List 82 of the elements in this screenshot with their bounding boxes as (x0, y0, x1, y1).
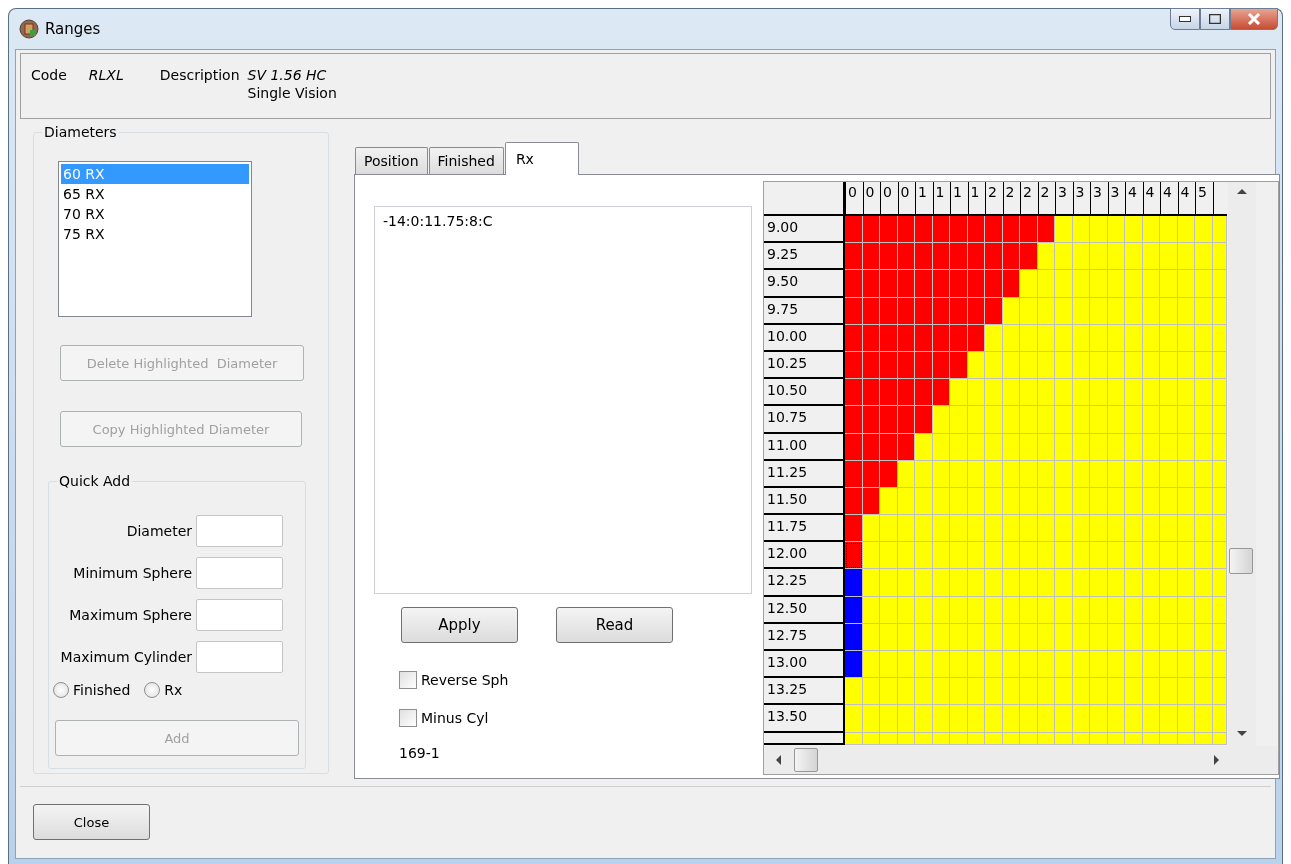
window-title: Ranges (45, 20, 101, 38)
tab[interactable]: Finished (428, 147, 504, 174)
row-header[interactable]: 9.50 (764, 270, 845, 298)
list-item[interactable]: 65 RX (61, 184, 249, 204)
checkbox-label: Reverse Sph (421, 672, 509, 688)
radio-label: Rx (164, 682, 183, 698)
column-header[interactable]: 0 (845, 182, 863, 216)
row-header[interactable]: 13.25 (764, 678, 845, 706)
column-header[interactable]: 1 (950, 182, 968, 216)
column-header[interactable]: 3 (1090, 182, 1108, 216)
description-line: Single Vision (247, 85, 337, 101)
vertical-scrollbar[interactable] (1228, 182, 1256, 746)
text-area[interactable]: -14:0:11.75:8:C (374, 206, 752, 594)
input-field[interactable] (196, 515, 283, 547)
checkbox-label: Minus Cyl (421, 710, 489, 726)
row-header[interactable]: 10.75 (764, 406, 845, 434)
input-field[interactable] (196, 557, 283, 589)
scroll-up-icon[interactable] (1237, 189, 1247, 194)
column-header[interactable]: 2 (1020, 182, 1038, 216)
row-header[interactable]: 10.00 (764, 324, 845, 352)
list-item[interactable]: 75 RX (61, 224, 249, 244)
diameter-list[interactable]: 60 RX 65 RX 70 RX 75 RX (58, 161, 252, 317)
close-button[interactable] (1230, 8, 1278, 30)
column-header[interactable]: 0 (880, 182, 898, 216)
column-header[interactable]: 2 (985, 182, 1003, 216)
column-header[interactable]: 1 (915, 182, 933, 216)
close-icon (1247, 13, 1261, 25)
checkbox[interactable] (399, 671, 417, 689)
row-header[interactable]: 12.75 (764, 623, 845, 651)
field-label: Maximum Cylinder (60, 649, 192, 665)
field-label: Minimum Sphere (73, 565, 192, 581)
column-header[interactable]: 5 (1195, 182, 1213, 216)
row-header[interactable]: 11.50 (764, 487, 845, 516)
tab[interactable]: Rx (504, 142, 579, 175)
row-header[interactable]: 9.00 (764, 216, 845, 244)
input-field[interactable] (196, 599, 283, 631)
status-text: 169-1 (399, 745, 441, 761)
row-header[interactable]: 12.50 (764, 596, 845, 624)
radio-button[interactable] (144, 682, 161, 698)
row-header[interactable]: 13.00 (764, 651, 845, 679)
close-dialog-button[interactable]: Close (33, 804, 150, 840)
read-button[interactable]: Read (556, 607, 673, 643)
app-icon (19, 19, 39, 39)
row-header[interactable]: 11.00 (764, 433, 845, 461)
checkbox[interactable] (399, 709, 417, 727)
field-label: Description (159, 67, 240, 83)
scroll-thumb[interactable] (1229, 548, 1253, 574)
column-header[interactable]: 4 (1160, 182, 1178, 216)
field-label: Diameter (126, 523, 192, 539)
range-grid[interactable]: 0 0 0 0 1 1 1 1 2 2 2 2 3 3 3 3 4 4 4 4 5 9.00 9.25 9.50 9.75 10.00 10.25 10.50 10.75 11.00 11.25 11.50 11.75 12.00 12.25 12.50 12.75 13.00 13.25 13.50 (764, 182, 1227, 745)
scroll-thumb[interactable] (794, 748, 818, 772)
maximize-icon (1209, 14, 1221, 24)
tab[interactable]: Position (355, 147, 428, 174)
radio-label: Finished (73, 682, 131, 698)
row-header[interactable]: 12.25 (764, 569, 845, 597)
radio-button[interactable] (53, 682, 69, 698)
column-header[interactable]: 3 (1055, 182, 1073, 216)
scroll-down-icon[interactable] (1237, 731, 1247, 736)
row-header[interactable]: 11.75 (764, 515, 845, 543)
group-title: Quick Add (57, 473, 133, 489)
code-value: RLXL (88, 67, 124, 83)
field-label: Maximum Sphere (69, 607, 192, 623)
scroll-right-icon[interactable] (1214, 755, 1219, 765)
row-header[interactable]: 11.25 (764, 460, 845, 488)
list-item[interactable]: 70 RX (61, 204, 249, 224)
minimize-button[interactable] (1170, 8, 1200, 30)
apply-button[interactable]: Apply (401, 607, 518, 643)
maximize-button[interactable] (1200, 8, 1230, 30)
column-header[interactable]: 4 (1125, 182, 1143, 216)
group-title: Diameters (42, 124, 119, 140)
input-field[interactable] (196, 641, 283, 673)
description-value: SV 1.56 HC (247, 67, 328, 83)
field-label: Code (31, 67, 67, 83)
horizontal-scrollbar[interactable] (764, 746, 1278, 774)
scroll-left-icon[interactable] (776, 755, 781, 765)
row-header[interactable]: 10.25 (764, 351, 845, 380)
row-header[interactable]: 10.50 (764, 379, 845, 407)
row-header[interactable]: 9.75 (764, 297, 845, 325)
row-header[interactable]: 12.00 (764, 542, 845, 570)
row-header[interactable]: 9.25 (764, 243, 845, 271)
row-header[interactable]: 13.50 (764, 705, 845, 733)
minimize-icon (1179, 16, 1191, 22)
